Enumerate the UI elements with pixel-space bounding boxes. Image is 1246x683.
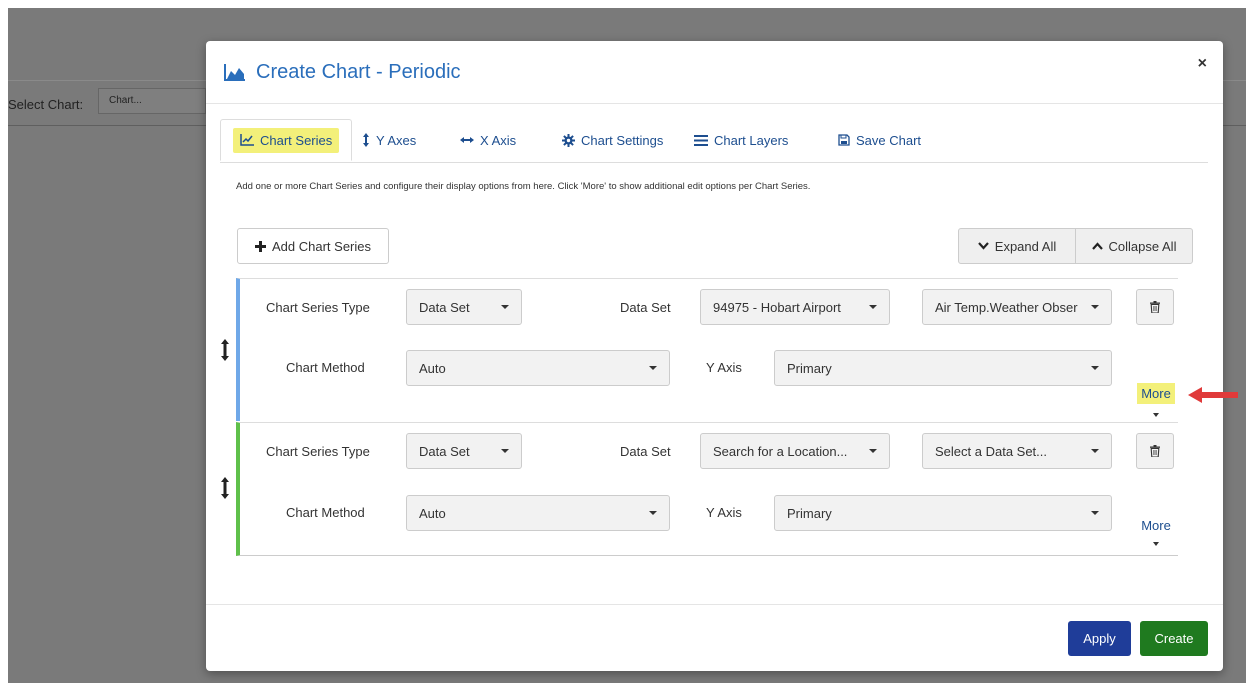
collapse-all-label: Collapse All bbox=[1108, 238, 1177, 254]
area-chart-icon bbox=[224, 64, 245, 81]
expand-all-label: Expand All bbox=[994, 238, 1057, 254]
select-chart-dropdown[interactable]: Chart... bbox=[98, 88, 206, 114]
caret-down-icon bbox=[649, 511, 657, 515]
drag-handle-icon[interactable] bbox=[220, 339, 230, 361]
caret-down-icon bbox=[1153, 413, 1159, 417]
select-value: Primary bbox=[787, 360, 832, 376]
chart-series-type-label: Chart Series Type bbox=[266, 444, 370, 459]
select-value: Air Temp.Weather Obser bbox=[935, 299, 1078, 315]
layers-icon bbox=[694, 134, 708, 146]
caret-down-icon bbox=[869, 305, 877, 309]
y-axis-label: Y Axis bbox=[706, 505, 742, 520]
location-select[interactable]: 94975 - Hobart Airport bbox=[700, 289, 890, 325]
select-value: 94975 - Hobart Airport bbox=[713, 299, 841, 315]
tab-chart-settings[interactable]: Chart Settings bbox=[562, 119, 663, 161]
caret-down-icon bbox=[1091, 449, 1099, 453]
data-set-label: Data Set bbox=[620, 444, 671, 459]
data-set-label: Data Set bbox=[620, 300, 671, 315]
tab-label: X Axis bbox=[480, 132, 517, 148]
vertical-arrows-icon bbox=[363, 133, 369, 147]
add-chart-series-label: Add Chart Series bbox=[272, 238, 371, 254]
chart-series-row: Chart Series Type Data Set Data Set Sear… bbox=[221, 422, 1178, 556]
more-label: More bbox=[1137, 383, 1175, 404]
tab-label: Y Axes bbox=[376, 132, 417, 148]
delete-series-button[interactable] bbox=[1136, 289, 1174, 325]
add-chart-series-button[interactable]: Add Chart Series bbox=[237, 228, 389, 264]
line-chart-icon bbox=[240, 134, 254, 146]
more-label: More bbox=[1141, 518, 1171, 533]
select-value: Select a Data Set... bbox=[935, 443, 1048, 459]
caret-down-icon bbox=[501, 305, 509, 309]
caret-down-icon bbox=[869, 449, 877, 453]
y-axis-select[interactable]: Primary bbox=[774, 350, 1112, 386]
chart-method-label: Chart Method bbox=[286, 505, 365, 520]
caret-down-icon bbox=[1091, 305, 1099, 309]
chart-method-select[interactable]: Auto bbox=[406, 350, 670, 386]
page-top-strip bbox=[8, 0, 1246, 8]
select-chart-label: Select Chart: bbox=[8, 97, 84, 112]
select-value: Data Set bbox=[419, 299, 470, 315]
caret-down-icon bbox=[1091, 366, 1099, 370]
expand-all-button[interactable]: Expand All bbox=[959, 229, 1075, 263]
trash-icon bbox=[1150, 445, 1160, 457]
tab-chart-series[interactable]: Chart Series bbox=[220, 119, 353, 161]
y-axis-select[interactable]: Primary bbox=[774, 495, 1112, 531]
gear-icon bbox=[562, 133, 575, 147]
chevron-down-icon bbox=[977, 242, 989, 250]
caret-down-icon bbox=[501, 449, 509, 453]
chart-series-row: Chart Series Type Data Set Data Set 9497… bbox=[221, 278, 1178, 421]
y-axis-label: Y Axis bbox=[706, 360, 742, 375]
create-button[interactable]: Create bbox=[1140, 621, 1208, 656]
tab-chart-layers[interactable]: Chart Layers bbox=[694, 119, 788, 161]
annotation-arrow-icon bbox=[1188, 387, 1238, 403]
create-chart-modal: Create Chart - Periodic × Chart Series Y… bbox=[206, 41, 1223, 671]
tab-bar: Chart Series Y Axes X Axis Chart Setting… bbox=[220, 119, 1208, 163]
trash-icon bbox=[1150, 301, 1160, 313]
collapse-all-button[interactable]: Collapse All bbox=[1075, 229, 1192, 263]
chevron-up-icon bbox=[1091, 242, 1103, 250]
chart-method-label: Chart Method bbox=[286, 360, 365, 375]
caret-down-icon bbox=[649, 366, 657, 370]
more-toggle[interactable]: More bbox=[1134, 383, 1178, 417]
chart-series-type-select[interactable]: Data Set bbox=[406, 289, 522, 325]
drag-handle-icon[interactable] bbox=[220, 477, 230, 499]
apply-button[interactable]: Apply bbox=[1068, 621, 1131, 656]
chart-method-select[interactable]: Auto bbox=[406, 495, 670, 531]
tab-label: Chart Series bbox=[260, 132, 333, 148]
tab-label: Chart Layers bbox=[714, 132, 789, 148]
select-value: Auto bbox=[419, 505, 446, 521]
data-set-select[interactable]: Select a Data Set... bbox=[922, 433, 1112, 469]
select-value: Auto bbox=[419, 360, 446, 376]
horizontal-arrows-icon bbox=[460, 137, 474, 143]
delete-series-button[interactable] bbox=[1136, 433, 1174, 469]
caret-down-icon bbox=[1091, 511, 1099, 515]
select-value: Data Set bbox=[419, 443, 470, 459]
data-set-select[interactable]: Air Temp.Weather Obser bbox=[922, 289, 1112, 325]
tab-label: Chart Settings bbox=[581, 132, 664, 148]
close-button[interactable]: × bbox=[1198, 55, 1207, 73]
tab-y-axes[interactable]: Y Axes bbox=[362, 119, 416, 161]
tab-save-chart[interactable]: Save Chart bbox=[838, 119, 921, 161]
caret-down-icon bbox=[1153, 542, 1159, 546]
expand-collapse-group: Expand All Collapse All bbox=[958, 228, 1193, 264]
plus-icon bbox=[255, 240, 266, 252]
save-icon bbox=[838, 134, 850, 146]
modal-title: Create Chart - Periodic bbox=[256, 61, 461, 83]
chart-series-type-select[interactable]: Data Set bbox=[406, 433, 522, 469]
tab-label: Save Chart bbox=[856, 132, 922, 148]
tab-description: Add one or more Chart Series and configu… bbox=[236, 181, 811, 192]
tab-x-axis[interactable]: X Axis bbox=[460, 119, 516, 161]
location-select[interactable]: Search for a Location... bbox=[700, 433, 890, 469]
page-left-strip bbox=[0, 0, 8, 683]
select-value: Search for a Location... bbox=[713, 443, 848, 459]
select-value: Primary bbox=[787, 505, 832, 521]
modal-header: Create Chart - Periodic × bbox=[206, 41, 1223, 104]
chart-series-type-label: Chart Series Type bbox=[266, 300, 370, 315]
more-toggle[interactable]: More bbox=[1134, 518, 1178, 546]
